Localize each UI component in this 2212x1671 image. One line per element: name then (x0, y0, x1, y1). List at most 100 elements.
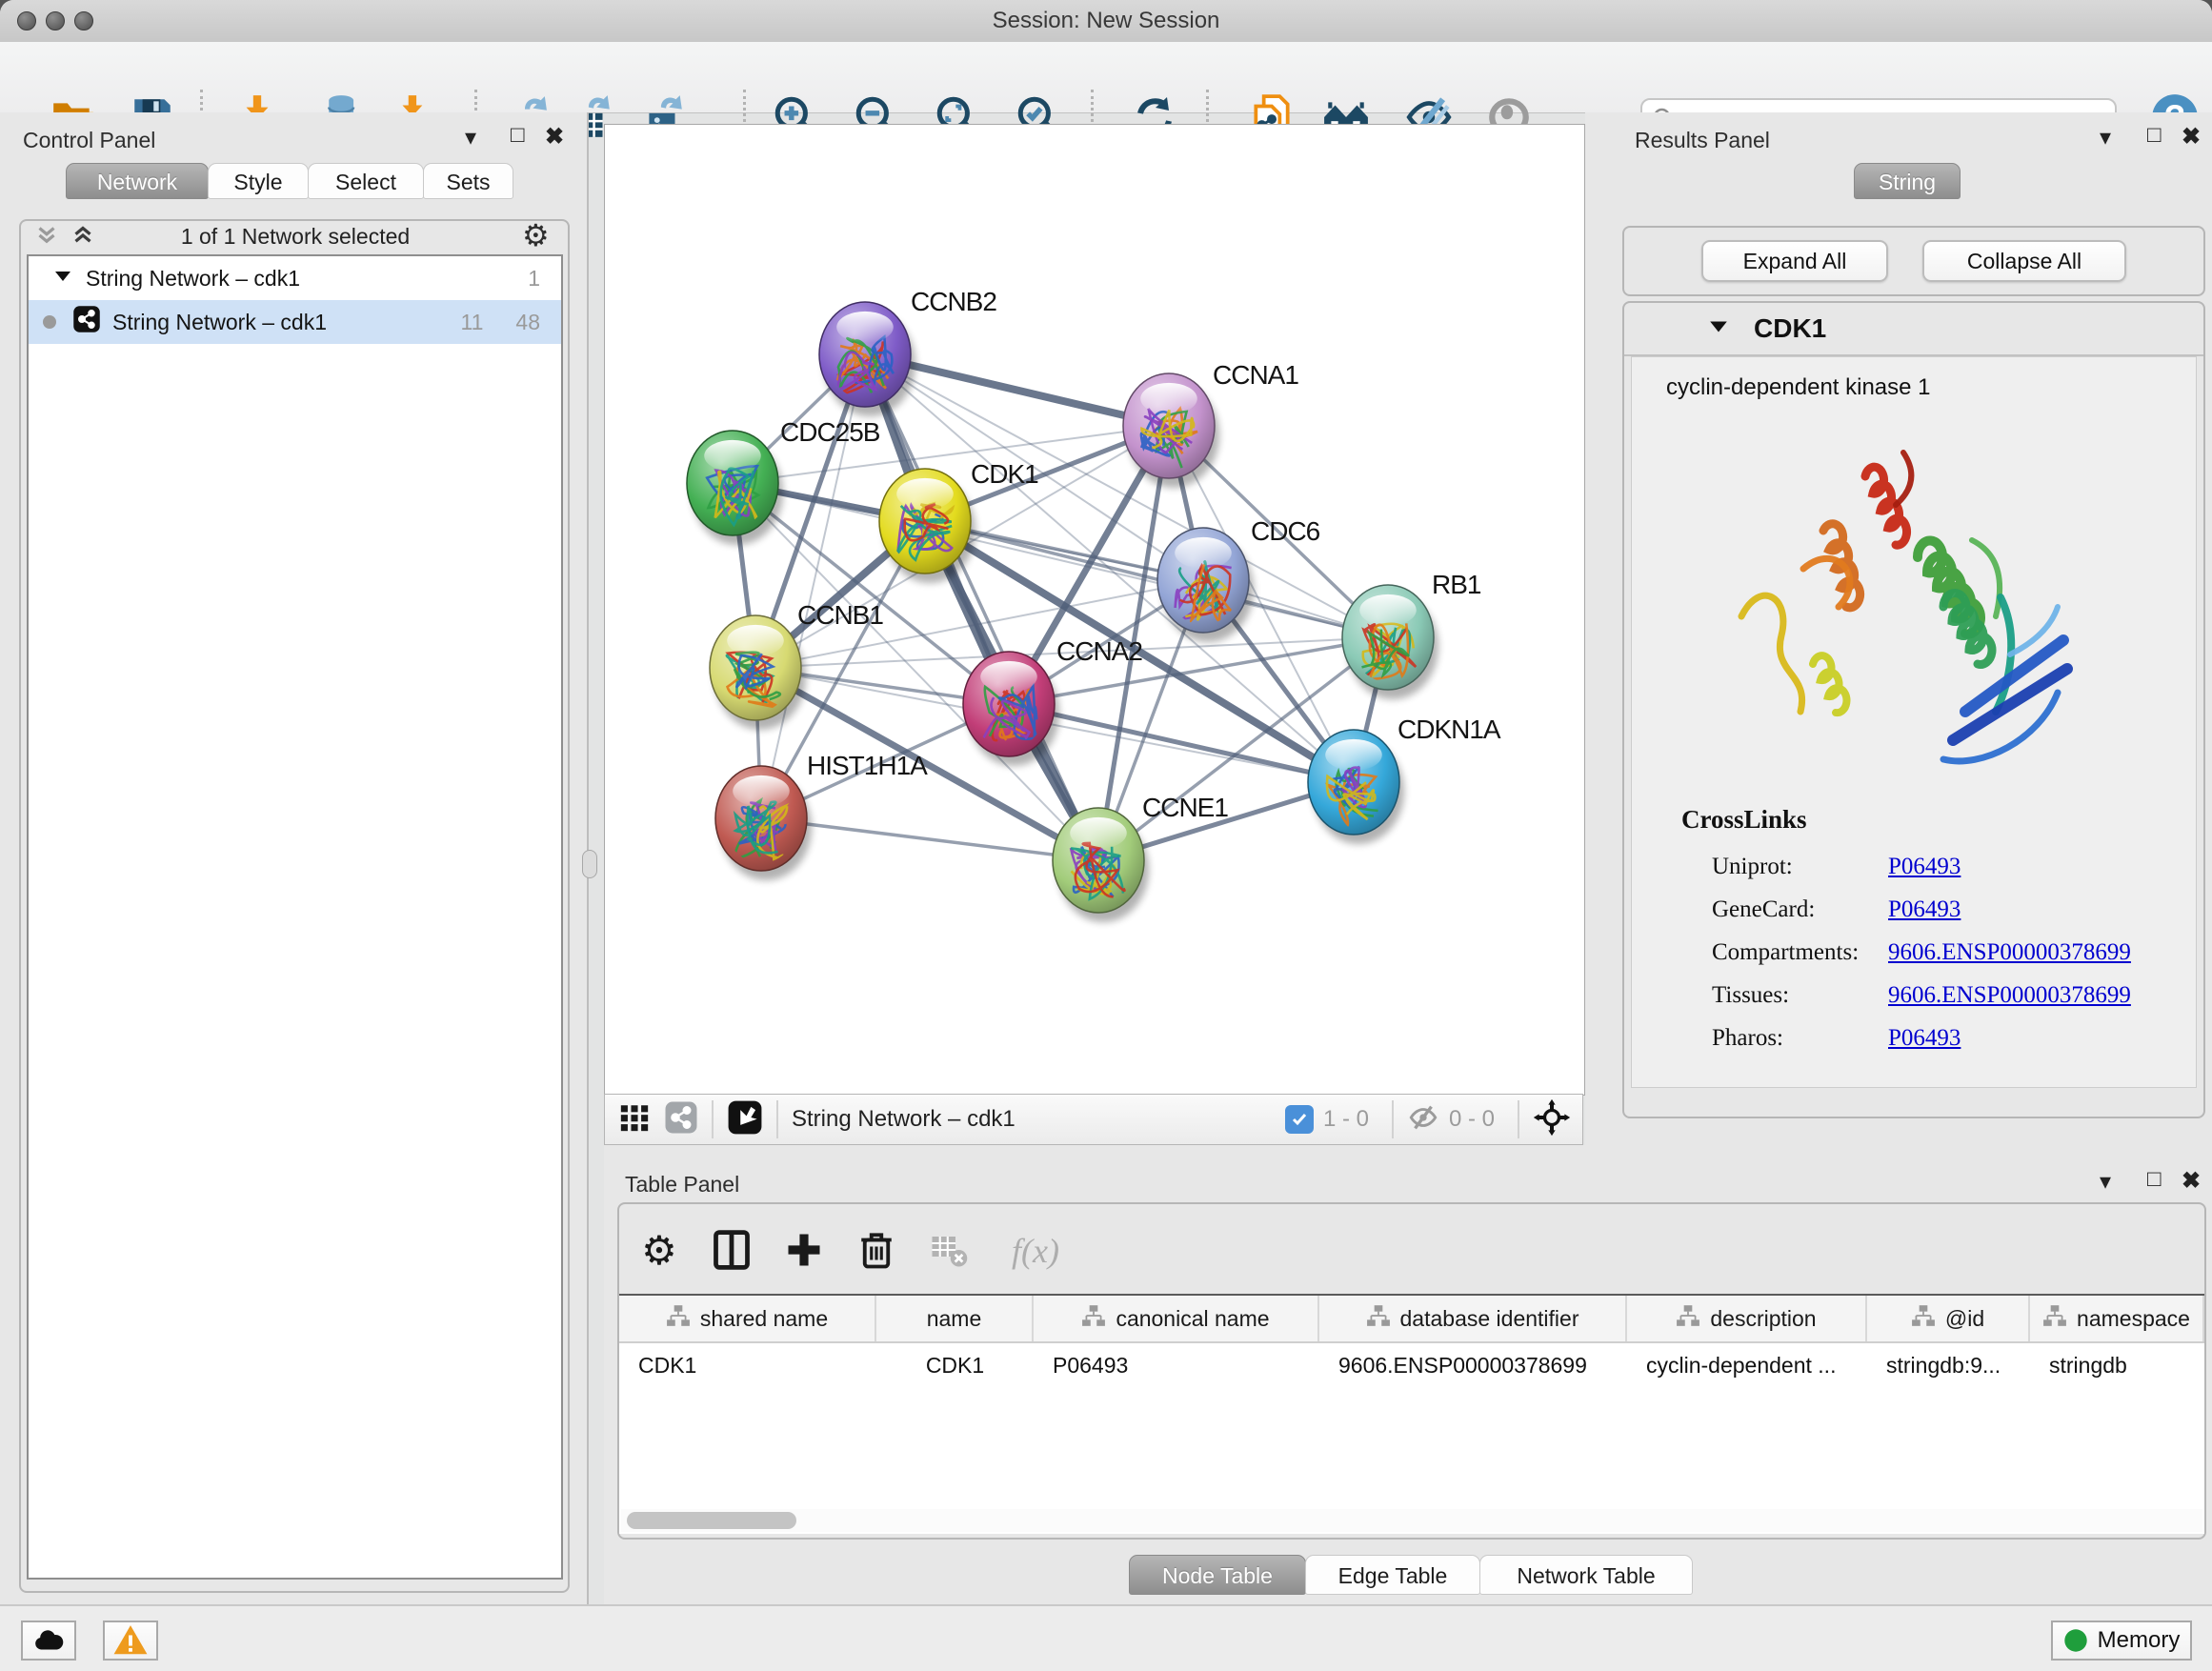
collapse-triangle-icon[interactable] (1708, 316, 1729, 342)
toolbar-separator (776, 1100, 778, 1138)
network-view-title: String Network – cdk1 (792, 1106, 1016, 1133)
float-panel-menu-icon[interactable]: ▾ (2100, 1168, 2111, 1196)
results-buttons-box: Expand All Collapse All (1622, 226, 2205, 296)
gene-details: cyclin-dependent kinase 1 CrossLinks Uni… (1631, 356, 2197, 1088)
float-panel-icon[interactable]: □ (511, 122, 525, 149)
cloud-status-button[interactable] (21, 1621, 76, 1661)
network-node-CDKN1A[interactable]: CDKN1A (1308, 715, 1501, 844)
float-panel-menu-icon[interactable]: ▾ (2100, 124, 2111, 151)
table-cell[interactable]: cyclin-dependent ... (1627, 1343, 1867, 1387)
column-header[interactable]: @id (1867, 1296, 2030, 1341)
collapse-all-button[interactable]: Collapse All (1922, 240, 2126, 282)
crosslink-value-link[interactable]: P06493 (1888, 854, 1961, 880)
crosslink-value-link[interactable]: P06493 (1888, 896, 1961, 923)
selected-count: 1 - 0 (1323, 1106, 1369, 1133)
column-type-icon (2042, 1303, 2067, 1334)
network-node-HIST1H1A[interactable]: HIST1H1A (715, 751, 928, 880)
network-node-RB1[interactable]: RB1 (1342, 570, 1481, 699)
network-node-CCNE1[interactable]: CCNE1 (1053, 793, 1228, 922)
float-panel-menu-icon[interactable]: ▾ (465, 124, 476, 151)
grid-view-icon[interactable] (618, 1101, 651, 1138)
network-view-toolbar: String Network – cdk1 1 - 0 0 - 0 (604, 1094, 1583, 1145)
network-edge-HIST1H1A-CCNE1[interactable] (761, 818, 1098, 860)
gene-section-box: CDK1 cyclin-dependent kinase 1 CrossLink… (1622, 301, 2205, 1118)
float-panel-icon[interactable]: □ (2147, 1166, 2162, 1193)
network-node-CCNB2[interactable]: CCNB2 (819, 287, 996, 416)
create-column-button[interactable] (775, 1221, 833, 1278)
table-row[interactable]: CDK1CDK1P064939606.ENSP00000378699cyclin… (619, 1343, 2204, 1387)
warnings-button[interactable] (103, 1621, 158, 1661)
column-header[interactable]: name (876, 1296, 1034, 1341)
column-header[interactable]: canonical name (1034, 1296, 1319, 1341)
tab-string[interactable]: String (1854, 163, 1961, 199)
node-label-CCNB2: CCNB2 (911, 287, 996, 316)
table-cell[interactable]: stringdb (2030, 1343, 2204, 1387)
table-settings-button[interactable]: ⚙ (631, 1221, 688, 1278)
network-options-gear-icon[interactable]: ⚙ (522, 217, 550, 253)
column-header[interactable]: description (1627, 1296, 1867, 1341)
collapse-all-networks-icon[interactable] (32, 221, 61, 254)
gene-description: cyclin-dependent kinase 1 (1666, 374, 1931, 401)
selected-checkbox-icon[interactable] (1285, 1105, 1314, 1134)
tab-network-table[interactable]: Network Table (1479, 1555, 1693, 1595)
tab-select[interactable]: Select (308, 163, 424, 199)
network-row-selected[interactable]: String Network – cdk1 11 48 (29, 300, 561, 344)
tab-node-table[interactable]: Node Table (1129, 1555, 1306, 1595)
network-node-CDC6[interactable]: CDC6 (1157, 516, 1320, 642)
memory-status-button[interactable]: Memory (2051, 1621, 2192, 1661)
crosslink-value-link[interactable]: P06493 (1888, 1025, 1961, 1052)
table-header-row: shared namenamecanonical namedatabase id… (619, 1296, 2204, 1343)
delete-column-button[interactable] (848, 1221, 905, 1278)
network-collection-row[interactable]: String Network – cdk1 1 (29, 256, 561, 300)
network-node-CCNB1[interactable]: CCNB1 (710, 600, 883, 730)
warning-icon (112, 1622, 149, 1659)
plus-icon (783, 1229, 825, 1271)
column-header[interactable]: database identifier (1319, 1296, 1627, 1341)
table-cell[interactable]: CDK1 (876, 1343, 1034, 1387)
hidden-count: 0 - 0 (1449, 1106, 1495, 1133)
network-node-CDK1[interactable]: CDK1 (879, 459, 1038, 583)
node-label-HIST1H1A: HIST1H1A (807, 751, 928, 780)
column-header[interactable]: shared name (619, 1296, 876, 1341)
float-panel-icon[interactable]: □ (2147, 122, 2162, 149)
results-panel-title: Results Panel (1635, 128, 1770, 153)
crosslink-label: GeneCard: (1712, 896, 1888, 923)
left-splitter-handle[interactable] (582, 850, 597, 878)
close-panel-icon[interactable]: ✖ (2182, 1167, 2201, 1195)
node-label-CDKN1A: CDKN1A (1398, 715, 1501, 744)
crosslink-row: Pharos:P06493 (1712, 1017, 2169, 1059)
show-columns-button[interactable] (703, 1221, 760, 1278)
tab-sets[interactable]: Sets (423, 163, 513, 199)
node-label-CCNA2: CCNA2 (1056, 636, 1142, 666)
scrollbar-thumb[interactable] (627, 1512, 796, 1529)
birdseye-view-icon[interactable] (727, 1099, 763, 1140)
fit-selected-crosshair-icon[interactable] (1533, 1098, 1571, 1141)
column-type-icon (1081, 1303, 1106, 1334)
tab-network[interactable]: Network (66, 163, 209, 199)
selection-indicators: 1 - 0 0 - 0 (1285, 1098, 1582, 1141)
expand-all-networks-icon[interactable] (69, 221, 97, 254)
gene-section-header[interactable]: CDK1 (1624, 303, 2203, 356)
column-header-label: description (1710, 1306, 1816, 1332)
table-cell[interactable]: stringdb:9... (1867, 1343, 2030, 1387)
network-tree: String Network – cdk1 1 String Network –… (27, 254, 563, 1580)
collapse-triangle-icon[interactable] (53, 266, 72, 292)
crosslink-value-link[interactable]: 9606.ENSP00000378699 (1888, 982, 2131, 1009)
network-canvas[interactable]: CCNB2CCNA1CDC25BCDK1CDC6RB1CCNB1CCNA2CDK… (604, 124, 1585, 1096)
tab-edge-table[interactable]: Edge Table (1305, 1555, 1480, 1595)
protein-structure-image (1722, 424, 2094, 795)
table-cell[interactable]: P06493 (1034, 1343, 1319, 1387)
table-horizontal-scrollbar[interactable] (621, 1509, 2202, 1532)
crosslink-value-link[interactable]: 9606.ENSP00000378699 (1888, 939, 2131, 966)
close-panel-icon[interactable]: ✖ (545, 123, 564, 151)
close-panel-icon[interactable]: ✖ (2182, 123, 2201, 151)
column-header[interactable]: namespace (2030, 1296, 2204, 1341)
table-cell[interactable]: CDK1 (619, 1343, 876, 1387)
application-window: Session: New Session (0, 0, 2212, 1671)
table-cell[interactable]: 9606.ENSP00000378699 (1319, 1343, 1627, 1387)
hidden-eye-icon[interactable] (1407, 1101, 1439, 1138)
network-style-icon[interactable] (664, 1100, 698, 1139)
tab-style[interactable]: Style (208, 163, 309, 199)
control-panel: Control Panel ▾ □ ✖ Network Style Select… (0, 112, 589, 1604)
expand-all-button[interactable]: Expand All (1701, 240, 1888, 282)
